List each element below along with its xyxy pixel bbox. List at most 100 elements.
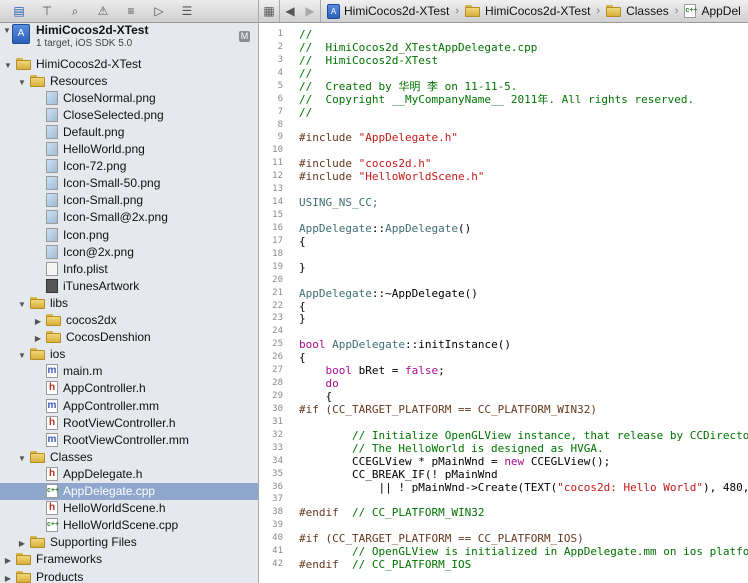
tree-file-row[interactable]: m RootViewController.mm — [0, 431, 258, 448]
tree-file-row[interactable]: CloseNormal.png — [0, 89, 258, 106]
disclosure-closed-icon[interactable]: ▶ — [3, 574, 13, 583]
tree-folder-row[interactable]: ▶ Frameworks — [0, 551, 258, 568]
disclosure-closed-icon[interactable]: ▶ — [33, 334, 43, 343]
tree-folder-row[interactable]: ▶ Products — [0, 568, 258, 583]
code-line[interactable]: #include "HelloWorldScene.h" — [299, 170, 484, 183]
tree-file-row[interactable]: c++ AppDelegate.cpp — [0, 482, 258, 500]
code-line[interactable]: USING_NS_CC; — [299, 196, 378, 209]
tree-file-row[interactable]: Icon-Small-50.png — [0, 175, 258, 192]
disclosure-closed-icon[interactable]: ▶ — [33, 317, 43, 326]
code-line[interactable]: // — [299, 28, 312, 41]
tree-file-row[interactable]: m main.m — [0, 363, 258, 380]
project-subtitle: 1 target, iOS SDK 5.0 — [36, 38, 133, 49]
code-line[interactable]: // Created by 华明 李 on 11-11-5. — [299, 80, 517, 93]
breadcrumb-item[interactable]: Classes › — [606, 4, 678, 18]
tree-file-row[interactable]: iTunesArtwork — [0, 277, 258, 294]
tree-file-row[interactable]: h AppDelegate.h — [0, 465, 258, 482]
log-icon[interactable]: ☰ — [178, 3, 196, 19]
code-line[interactable]: do — [299, 377, 339, 390]
tree-item-label: Classes — [50, 449, 93, 464]
disclosure-closed-icon[interactable]: ▶ — [17, 539, 27, 548]
code-line[interactable]: bool bRet = false; — [299, 364, 445, 377]
tree-folder-row[interactable]: ▼ Resources — [0, 72, 258, 89]
disclosure-open-icon[interactable]: ▼ — [17, 454, 27, 463]
forward-arrow-icon[interactable]: ▶ — [300, 4, 320, 18]
breadcrumb-item[interactable]: HimiCocos2d-XTest › — [465, 4, 600, 18]
tree-file-row[interactable]: Info.plist — [0, 260, 258, 277]
code-line[interactable]: #endif // CC_PLATFORM_WIN32 — [299, 506, 484, 519]
tree-file-row[interactable]: CloseSelected.png — [0, 106, 258, 123]
code-line[interactable]: // — [299, 67, 312, 80]
debug-icon[interactable]: ≡ — [122, 3, 140, 19]
code-line[interactable]: // HimiCocos2d-XTest — [299, 54, 438, 67]
tree-file-row[interactable]: h AppController.h — [0, 380, 258, 397]
code-line[interactable]: // — [299, 106, 312, 119]
code-line[interactable]: AppDelegate::AppDelegate() — [299, 222, 471, 235]
code-line[interactable]: // OpenGLView is initialized in AppDeleg… — [299, 545, 748, 558]
disclosure-open-icon[interactable]: ▼ — [3, 61, 13, 70]
tree-file-row[interactable]: m AppController.mm — [0, 397, 258, 414]
code-line[interactable]: #include "cocos2d.h" — [299, 157, 431, 170]
code-line[interactable]: } — [299, 312, 306, 325]
tree-folder-row[interactable]: ▶ cocos2dx — [0, 312, 258, 329]
line-number: 18 — [272, 248, 283, 259]
code-token: AppDelegate — [299, 286, 372, 300]
tree-file-row[interactable]: Icon-Small.png — [0, 192, 258, 209]
warning-icon[interactable]: ⚠ — [94, 3, 112, 19]
related-items-icon[interactable]: ▦ — [259, 4, 279, 18]
code-line[interactable]: CCEGLView * pMainWnd = new CCEGLView(); — [299, 455, 610, 468]
breadcrumb-item[interactable]: c++ AppDel — [684, 4, 741, 18]
code-line[interactable]: { — [299, 390, 332, 403]
code-line[interactable]: bool AppDelegate::initInstance() — [299, 338, 511, 351]
tree-file-row[interactable]: Icon-72.png — [0, 158, 258, 175]
folder-icon[interactable]: ▤ — [10, 3, 28, 19]
disclosure-open-icon[interactable]: ▼ — [17, 300, 27, 309]
tree-file-row[interactable]: Icon@2x.png — [0, 243, 258, 260]
line-number: 2 — [277, 41, 283, 52]
code-line[interactable]: { — [299, 351, 306, 364]
tree-folder-row[interactable]: ▼ Classes — [0, 448, 258, 465]
breakpoint-icon[interactable]: ▷ — [150, 3, 168, 19]
code-line[interactable]: AppDelegate::~AppDelegate() — [299, 287, 478, 300]
tree-file-row[interactable]: Icon-Small@2x.png — [0, 209, 258, 226]
code-line[interactable]: { — [299, 300, 306, 313]
tree-folder-row[interactable]: ▼ ios — [0, 346, 258, 363]
code-line[interactable]: CC_BREAK_IF(! pMainWnd — [299, 468, 498, 481]
tree-file-row[interactable]: HelloWorld.png — [0, 141, 258, 158]
line-number: 11 — [272, 158, 283, 169]
tree-file-row[interactable]: h HelloWorldScene.h — [0, 500, 258, 517]
tree-item-label: Frameworks — [36, 552, 103, 567]
code-line[interactable]: #if (CC_TARGET_PLATFORM == CC_PLATFORM_W… — [299, 403, 597, 416]
tree-folder-row[interactable]: ▼ libs — [0, 294, 258, 311]
back-arrow-icon[interactable]: ◀ — [280, 4, 300, 18]
breadcrumb-item[interactable]: A HimiCocos2d-XTest › — [327, 3, 459, 19]
code-line[interactable]: // Initialize OpenGLView instance, that … — [299, 429, 748, 442]
disclosure-open-icon[interactable]: ▼ — [17, 78, 27, 87]
code-line[interactable]: // Copyright __MyCompanyName__ 2011年. Al… — [299, 93, 694, 106]
tree-folder-row[interactable]: ▶ Supporting Files — [0, 534, 258, 551]
tree-file-row[interactable]: c++ HelloWorldScene.cpp — [0, 517, 258, 534]
tree-file-row[interactable]: h RootViewController.h — [0, 414, 258, 431]
code-line[interactable]: || ! pMainWnd->Create(TEXT("cocos2d: Hel… — [299, 481, 748, 494]
search-icon[interactable]: ⌕ — [66, 3, 84, 19]
code-token: new — [504, 454, 531, 468]
disclosure-open-icon[interactable]: ▼ — [17, 351, 27, 360]
tree-file-row[interactable]: Default.png — [0, 123, 258, 140]
code-line[interactable]: } — [299, 261, 306, 274]
line-number: 26 — [272, 352, 283, 363]
code-line[interactable]: // HimiCocos2d_XTestAppDelegate.cpp — [299, 41, 537, 54]
hierarchy-icon[interactable]: ⊤ — [38, 3, 56, 19]
code-token: // The HelloWorld is designed as HVGA. — [299, 441, 604, 455]
tree-folder-row[interactable]: ▼ HimiCocos2d-XTest — [0, 55, 258, 72]
code-line[interactable]: #endif // CC_PLATFORM_IOS — [299, 558, 471, 571]
code-line[interactable]: // The HelloWorld is designed as HVGA. — [299, 442, 604, 455]
source-editor[interactable]: ▦ ◀ ▶ A HimiCocos2d-XTest › HimiCocos2d-XTe… — [259, 0, 748, 583]
tree-file-row[interactable]: Icon.png — [0, 226, 258, 243]
code-line[interactable]: #include "AppDelegate.h" — [299, 131, 458, 144]
code-line[interactable]: #if (CC_TARGET_PLATFORM == CC_PLATFORM_I… — [299, 532, 584, 545]
disclosure-open-icon[interactable]: ▼ — [2, 26, 12, 35]
disclosure-closed-icon[interactable]: ▶ — [3, 556, 13, 565]
code-line[interactable]: { — [299, 235, 306, 248]
project-root-row[interactable]: ▼ A HimiCocos2d-XTest 1 target, iOS SDK … — [0, 23, 258, 55]
tree-folder-row[interactable]: ▶ CocosDenshion — [0, 329, 258, 346]
